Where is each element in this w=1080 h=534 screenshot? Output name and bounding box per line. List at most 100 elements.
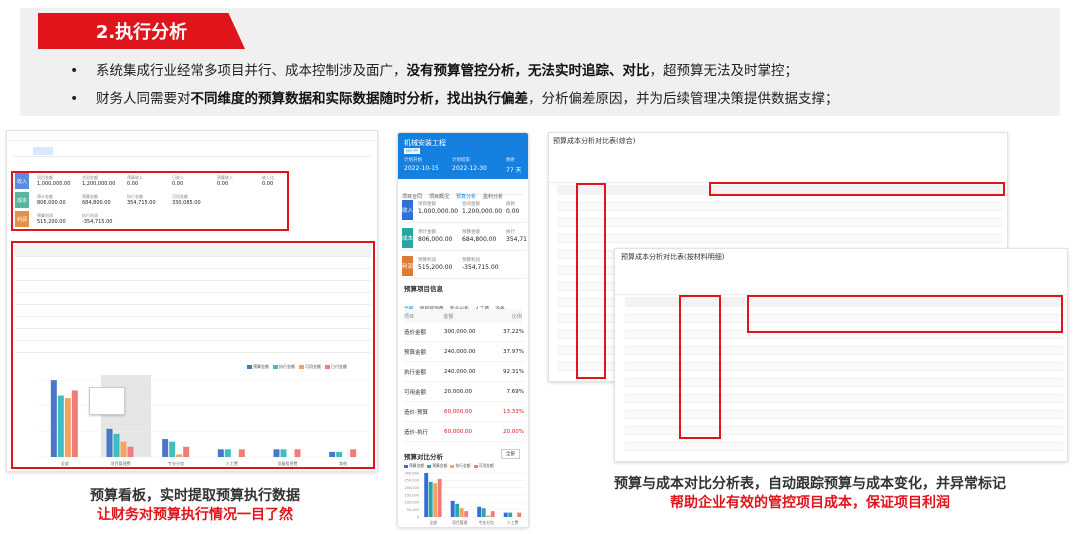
budget-table <box>15 245 371 357</box>
chart-bar <box>273 449 280 457</box>
compare-chart-title: 预算对比分析 <box>404 453 443 461</box>
legend-label: 预算金额 <box>432 463 448 468</box>
kpi-side-label: 利润 <box>402 256 413 276</box>
dashboard-tabs[interactable] <box>13 145 371 157</box>
start-label: 计划开始 <box>404 158 422 163</box>
table-row <box>557 211 1003 219</box>
table-row <box>557 195 1003 203</box>
cell-ratio: 37.22% <box>503 329 524 335</box>
table-row: 造价金额 300,000.00 37.22% <box>404 323 524 342</box>
kpi-label: 预计金额 <box>418 230 436 235</box>
legend-item: 执行金额 <box>450 463 471 469</box>
chart-bar <box>329 451 336 457</box>
cell-amount: 300,000.00 <box>444 329 476 335</box>
table-row <box>15 257 371 269</box>
kpi-value: 515,200.00 <box>418 264 453 271</box>
table-row <box>15 245 371 257</box>
budget-section-title: 预算项目信息 <box>404 285 443 293</box>
kpi-side-label: 收入 <box>402 200 413 220</box>
budget-bar-chart: 全部 项目管理费 专业分包 人工费 设备租赁费 其他 <box>37 375 371 466</box>
col-amount: 金额 <box>443 313 454 320</box>
highlight-name-col <box>679 295 721 439</box>
cell-ratio: 92.31% <box>503 369 524 375</box>
chart-bar <box>280 449 287 457</box>
chart-bar <box>50 380 57 457</box>
y-tick-label: 250,000 <box>405 479 419 483</box>
kpi-value: -354,715.00 <box>462 264 499 271</box>
x-tick-label: 全部 <box>429 520 437 525</box>
legend-item: 预算金额 <box>247 363 269 371</box>
legend-item: 可用金额 <box>473 463 494 469</box>
cell-item: 造价-预算 <box>404 410 428 416</box>
chart-bar <box>336 451 343 457</box>
section-title: 2.执行分析 <box>38 13 245 49</box>
table-row <box>15 293 371 305</box>
legend-swatch <box>473 464 478 468</box>
table-row: 执行金额 240,000.00 92.31% <box>404 363 524 382</box>
x-tick-label: 全部 <box>61 460 69 466</box>
left-caption-line1: 预算看板，实时提取预算执行数据 <box>90 488 300 504</box>
front-table-title: 预算成本分析对比表(按材料明细) <box>621 253 725 261</box>
front-filters[interactable] <box>615 263 1067 295</box>
legend-label: 可用金额 <box>305 364 321 369</box>
legend-item: 已付金额 <box>325 363 347 371</box>
chart-bar <box>486 515 491 517</box>
chart-bar <box>490 511 495 517</box>
compare-legend: 预算金额 预算金额 执行金额 可用金额 <box>404 463 524 469</box>
chart-bar <box>106 428 113 457</box>
filter-button[interactable]: 全部 <box>501 449 520 459</box>
cell-ratio: 13.33% <box>503 409 524 415</box>
chart-tooltip <box>89 387 125 415</box>
table-row <box>15 269 371 281</box>
cell-amount: 60,000.00 <box>444 409 472 415</box>
kpi-value: 806,000.00 <box>418 236 453 243</box>
kpi-value: 684,800.00 <box>462 236 497 243</box>
budget-tabs[interactable]: 全部项目管理费专业分包人工费设备 <box>404 295 524 313</box>
chart-bar <box>503 512 508 517</box>
cell-amount: 20,000.00 <box>444 389 472 395</box>
legend-swatch <box>450 464 455 468</box>
cell-item: 造价-执行 <box>404 430 428 436</box>
chart-bar <box>183 446 190 457</box>
legend-item: 可用金额 <box>299 363 321 371</box>
kpi-card: 成本 预计金额 806,000.00 预算金额 684,800.00 执行 354,71 <box>402 225 527 251</box>
chart-bar <box>464 511 469 517</box>
table-row <box>557 227 1003 235</box>
x-tick-label: 设备租赁费 <box>278 460 298 466</box>
legend-item: 预算金额 <box>427 463 447 469</box>
kpi-value: 354,71 <box>506 236 527 243</box>
chart-bar <box>481 508 486 517</box>
cell-amount: 240,000.00 <box>444 349 476 355</box>
dashboard-topbar <box>7 131 377 141</box>
kpi-card: 收入 项目金额 1,000,000.00 合同金额 1,200,000.00 收款 0.00 <box>402 197 526 223</box>
kpi-card: 利润 预算利润 515,200.00 预算利润 -354,715.00 <box>402 253 526 279</box>
comparison-table-front: 预算成本分析对比表(按材料明细) <box>614 248 1068 462</box>
end-date: 2022-12-30 <box>452 165 487 172</box>
cell-item: 造价金额 <box>404 330 427 336</box>
project-name: 机械安装工程 <box>404 139 446 147</box>
chart-bar <box>169 441 176 457</box>
highlight-header <box>709 182 1005 196</box>
status-badge: 执行中 <box>404 148 420 154</box>
legend-swatch <box>427 464 432 468</box>
back-filters[interactable] <box>549 147 1007 183</box>
chart-bar <box>238 449 245 457</box>
chart-legend: 预算金额 执行金额 可用金额 已付金额 <box>247 363 372 371</box>
cell-amount: 240,000.00 <box>444 369 476 375</box>
chart-bar <box>508 512 513 517</box>
mobile-tabs[interactable]: 项目合同项目概况预算分析盈利分析单据 <box>402 183 524 219</box>
tab-active[interactable] <box>33 147 53 155</box>
chart-bar <box>424 473 429 517</box>
y-tick-label: 0 <box>417 515 419 519</box>
right-caption-line1: 预算与成本对比分析表，自动跟踪预算与成本变化，并异常标记 <box>614 476 1006 492</box>
budget-dashboard-screenshot: 收入 项目金额 1,000,000.00 合同金额 1,200,000.00 预算收入 0.… <box>6 130 378 472</box>
chart-bar <box>428 481 433 517</box>
y-tick-label: 200,000 <box>405 486 419 490</box>
chart-bar <box>162 439 169 457</box>
highlight-item-col <box>576 183 606 379</box>
y-tick-label: 100,000 <box>405 501 419 505</box>
kpi-value: 1,200,000.00 <box>462 208 503 215</box>
bullet-item: 财务人同需要对不同维度的预算数据和实际数据随时分析，找出执行偏差，分析偏差原因，… <box>70 85 1050 113</box>
x-tick-label: 人工费 <box>226 460 238 466</box>
left-caption: 预算看板，实时提取预算执行数据 让财务对预算执行情况一目了然 <box>20 487 370 525</box>
